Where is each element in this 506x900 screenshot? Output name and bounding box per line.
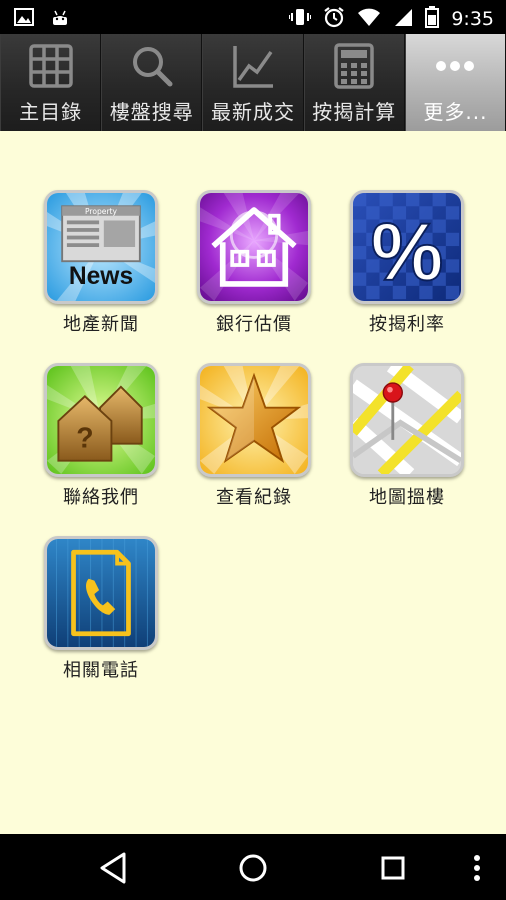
status-bar: 9:35 bbox=[0, 0, 506, 34]
tab-label: 按揭計算 bbox=[312, 100, 397, 124]
tab-mortgage-calculator[interactable]: 按揭計算 bbox=[303, 34, 405, 131]
app-label: 聯絡我們 bbox=[63, 487, 139, 508]
calculator-icon bbox=[330, 42, 378, 90]
chart-icon bbox=[229, 42, 277, 90]
alarm-icon bbox=[323, 6, 345, 32]
percent-glyph: % bbox=[371, 207, 443, 298]
tab-label: 主目錄 bbox=[19, 100, 83, 124]
app-contact-us[interactable]: ? 聯絡我們 bbox=[31, 363, 171, 509]
app-label: 地圖搵樓 bbox=[369, 487, 445, 508]
recents-icon[interactable] bbox=[373, 848, 413, 888]
vibrate-icon bbox=[288, 7, 313, 31]
app-label: 按揭利率 bbox=[369, 314, 445, 335]
app-related-phones[interactable]: 相關電話 bbox=[31, 536, 171, 682]
question-glyph: ? bbox=[76, 422, 93, 454]
app-label: 查看紀錄 bbox=[216, 487, 292, 508]
more-menu-grid: Property News 地產新聞 銀行估價 % 按揭利率 ? 聯絡我們 查看… bbox=[0, 131, 506, 834]
cellular-icon bbox=[393, 7, 413, 31]
percent-icon: % bbox=[350, 190, 464, 304]
image-icon bbox=[14, 7, 34, 31]
news-icon-text: News bbox=[69, 263, 133, 290]
contact-houses-icon: ? bbox=[44, 363, 158, 477]
app-map-search[interactable]: 地圖搵樓 bbox=[337, 363, 477, 509]
overflow-menu-icon[interactable] bbox=[462, 848, 492, 888]
more-icon bbox=[431, 42, 479, 90]
news-icon: Property News bbox=[44, 190, 158, 304]
back-icon[interactable] bbox=[94, 848, 134, 888]
tab-latest-transactions[interactable]: 最新成交 bbox=[202, 34, 304, 131]
app-view-records[interactable]: 查看紀錄 bbox=[184, 363, 324, 509]
search-icon bbox=[128, 42, 176, 90]
news-icon-subtext: Property bbox=[85, 207, 118, 216]
app-label: 相關電話 bbox=[63, 660, 139, 681]
phone-icon bbox=[44, 536, 158, 650]
battery-icon bbox=[425, 6, 440, 32]
tab-label: 最新成交 bbox=[211, 100, 295, 124]
grid-icon bbox=[27, 42, 75, 90]
tab-label: 更多... bbox=[423, 100, 488, 124]
app-property-news[interactable]: Property News 地產新聞 bbox=[31, 190, 171, 336]
android-icon bbox=[50, 7, 70, 31]
app-label: 地產新聞 bbox=[63, 314, 139, 335]
map-pin-icon bbox=[350, 363, 464, 477]
app-label: 銀行估價 bbox=[216, 314, 292, 335]
tab-property-search[interactable]: 樓盤搜尋 bbox=[101, 34, 203, 131]
house-icon bbox=[197, 190, 311, 304]
navigation-bar bbox=[0, 834, 506, 900]
tab-more[interactable]: 更多... bbox=[404, 34, 506, 131]
app-mortgage-rates[interactable]: % 按揭利率 bbox=[337, 190, 477, 336]
home-icon[interactable] bbox=[233, 848, 273, 888]
star-icon bbox=[197, 363, 311, 477]
tab-main-menu[interactable]: 主目錄 bbox=[0, 34, 102, 131]
tab-bar: 主目錄 樓盤搜尋 最新成交 按揭計算 更多... bbox=[0, 34, 506, 131]
wifi-icon bbox=[357, 7, 381, 31]
status-time: 9:35 bbox=[451, 8, 494, 30]
app-bank-valuation[interactable]: 銀行估價 bbox=[184, 190, 324, 336]
tab-label: 樓盤搜尋 bbox=[109, 100, 194, 124]
